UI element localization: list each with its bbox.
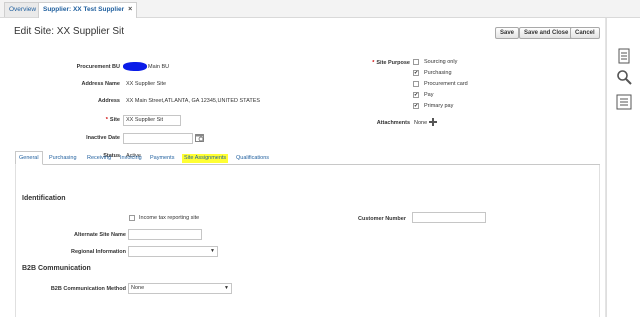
address-label: Address (97, 98, 120, 104)
customer-number-label: Customer Number (358, 216, 406, 222)
inactive-date-input[interactable] (123, 133, 193, 144)
site-input[interactable]: XX Supplier Sit (123, 115, 181, 126)
site-purpose-label-text: Site Purpose (376, 60, 410, 66)
calendar-icon[interactable] (195, 133, 204, 142)
tab-payments[interactable]: Payments (148, 154, 176, 163)
checkbox-purchasing[interactable]: ✔ (413, 70, 419, 76)
b2b-method-select[interactable]: None ▼ (128, 283, 232, 294)
site-purpose-label: * Site Purpose (340, 60, 410, 66)
document-icon[interactable] (616, 48, 632, 64)
tab-purchasing[interactable]: Purchasing (47, 154, 79, 163)
procurement-bu-value: Main BU (148, 64, 170, 70)
site-label-text: Site (109, 117, 120, 123)
site-label: * Site (40, 117, 120, 123)
tab-supplier-label: Supplier: XX Test Supplier (43, 6, 125, 13)
identification-heading: Identification (22, 195, 66, 202)
address-value: XX Main Street,ATLANTA, GA 12345,UNITED … (126, 98, 261, 104)
close-icon[interactable]: × (128, 6, 132, 13)
tab-overview-label: Overview (9, 6, 37, 13)
required-marker: * (372, 60, 375, 66)
checkbox-sourcing-only[interactable] (413, 59, 419, 65)
chevron-down-icon: ▼ (224, 285, 229, 291)
address-name-value: XX Supplier Site (126, 81, 167, 87)
tab-overview[interactable]: Overview (4, 2, 42, 17)
right-rail (606, 18, 640, 317)
primary-pay-label: Primary pay (424, 103, 454, 109)
purchasing-label: Purchasing (424, 70, 452, 76)
tab-general[interactable]: General (15, 151, 43, 165)
save-button[interactable]: Save (495, 27, 520, 39)
attachments-value: None (414, 120, 428, 126)
subtab-bar: General Purchasing Receiving Invoicing P… (15, 151, 600, 165)
regional-information-select[interactable]: ▼ (128, 246, 218, 257)
tab-supplier[interactable]: Supplier: XX Test Supplier × (38, 2, 138, 18)
checkbox-pay[interactable]: ✔ (413, 92, 419, 98)
alternate-site-name-input[interactable] (128, 229, 202, 240)
save-and-close-button[interactable]: Save and Close (519, 27, 574, 39)
list-icon[interactable] (616, 94, 632, 110)
checkbox-procurement-card[interactable] (413, 81, 419, 87)
tab-invoicing[interactable]: Invoicing (118, 154, 144, 163)
customer-number-input[interactable] (412, 212, 486, 223)
general-panel: Identification Income tax reporting site… (15, 165, 600, 317)
inactive-date-label: Inactive Date (86, 135, 120, 141)
redacted-mark (123, 62, 147, 71)
procurement-card-label: Procurement card (424, 81, 468, 87)
pay-label: Pay (424, 92, 434, 98)
alternate-site-name-label: Alternate Site Name (74, 232, 126, 238)
tab-receiving[interactable]: Receiving (85, 154, 113, 163)
sourcing-only-label: Sourcing only (424, 59, 458, 65)
document-tab-bar: Overview Supplier: XX Test Supplier × (0, 0, 640, 18)
checkbox-primary-pay[interactable]: ✔ (413, 103, 419, 109)
add-icon[interactable] (429, 118, 437, 126)
procurement-bu-label: Procurement BU (76, 64, 120, 70)
attachments-label: Attachments (376, 120, 410, 126)
tab-site-assignments[interactable]: Site Assignments (182, 154, 229, 163)
chevron-down-icon: ▼ (210, 248, 215, 254)
page-title: Edit Site: XX Supplier Sit (14, 26, 125, 37)
cancel-button[interactable]: Cancel (570, 27, 600, 39)
b2b-method-value: None (131, 285, 145, 291)
search-icon[interactable] (616, 69, 632, 85)
tab-qualifications[interactable]: Qualifications (234, 154, 271, 163)
checkbox-income-tax[interactable] (129, 215, 135, 221)
required-marker: * (105, 117, 108, 123)
regional-information-label: Regional Information (71, 249, 126, 255)
b2b-communication-heading: B2B Communication (22, 265, 91, 272)
address-name-label: Address Name (81, 81, 120, 87)
income-tax-label: Income tax reporting site (139, 215, 200, 221)
b2b-method-label: B2B Communication Method (50, 286, 126, 292)
